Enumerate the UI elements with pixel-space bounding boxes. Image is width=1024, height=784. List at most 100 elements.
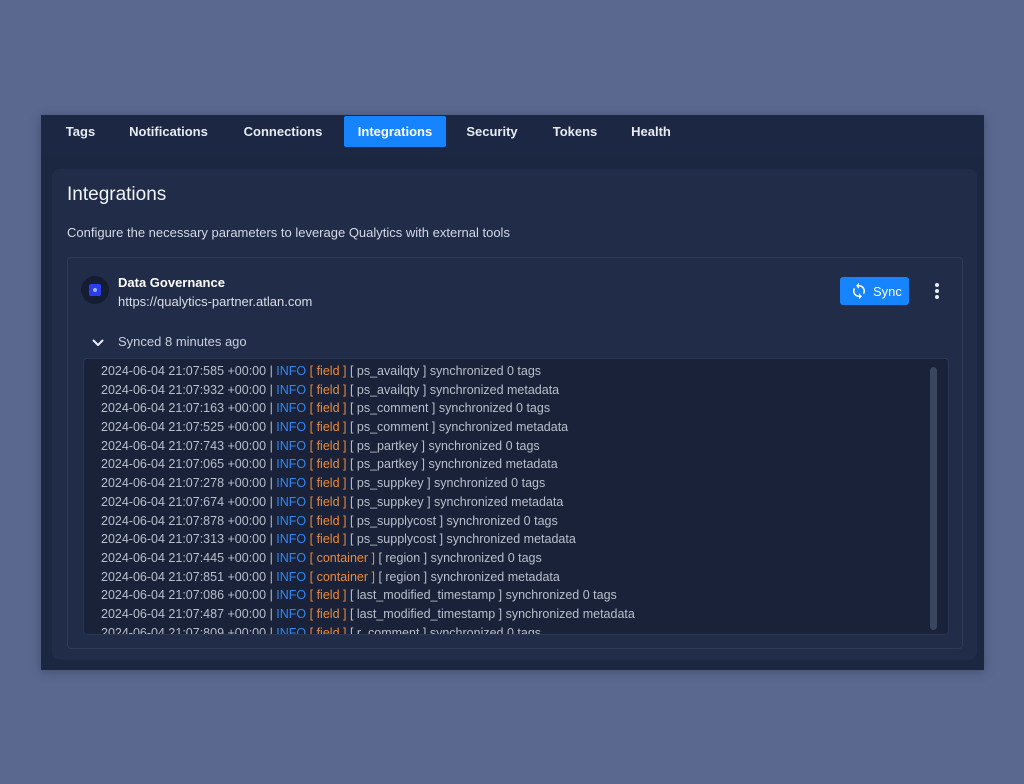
- more-options-icon[interactable]: [930, 281, 944, 301]
- page-title: Integrations: [67, 184, 167, 205]
- atlan-logo-icon: [81, 276, 109, 304]
- page-description: Configure the necessary parameters to le…: [67, 225, 510, 240]
- log-entity-name: [ ps_suppkey ]: [349, 494, 431, 509]
- log-message: synchronized 0 tags: [438, 401, 551, 416]
- log-entity-name: [ ps_partkey ]: [349, 457, 425, 472]
- log-kind: [ field ]: [309, 606, 347, 621]
- log-message: synchronized metadata: [428, 457, 558, 472]
- log-separator: |: [269, 625, 273, 635]
- log-kind: [ field ]: [309, 438, 347, 453]
- log-entity-name: [ region ]: [378, 569, 428, 584]
- log-line: 2024-06-04 21:07:163 +00:00 | INFO [ fie…: [101, 399, 635, 418]
- log-level: INFO: [276, 401, 307, 416]
- log-entity-name: [ ps_supplycost ]: [349, 532, 444, 547]
- log-separator: |: [269, 550, 273, 565]
- log-kind: [ field ]: [309, 625, 347, 635]
- log-line: 2024-06-04 21:07:674 +00:00 | INFO [ fie…: [101, 493, 635, 512]
- log-timestamp: 2024-06-04 21:07:278 +00:00: [101, 476, 267, 491]
- settings-tab-bar: Tags Notifications Connections Integrati…: [41, 115, 984, 155]
- integration-card: Data Governance https://qualytics-partne…: [67, 257, 963, 649]
- log-message: synchronized metadata: [446, 532, 576, 547]
- log-timestamp: 2024-06-04 21:07:851 +00:00: [101, 569, 267, 584]
- log-kind: [ field ]: [309, 401, 347, 416]
- log-entity-name: [ ps_availqty ]: [349, 364, 427, 378]
- sync-button[interactable]: Sync: [840, 277, 909, 305]
- log-level: INFO: [276, 494, 307, 509]
- log-kind: [ field ]: [309, 382, 347, 397]
- log-timestamp: 2024-06-04 21:07:487 +00:00: [101, 606, 267, 621]
- log-separator: |: [269, 532, 273, 547]
- log-level: INFO: [276, 569, 307, 584]
- log-kind: [ field ]: [309, 513, 347, 528]
- log-timestamp: 2024-06-04 21:07:065 +00:00: [101, 457, 267, 472]
- log-message: synchronized metadata: [434, 494, 564, 509]
- log-line: 2024-06-04 21:07:585 +00:00 | INFO [ fie…: [101, 362, 635, 381]
- log-timestamp: 2024-06-04 21:07:674 +00:00: [101, 494, 267, 509]
- log-lines: 2024-06-04 21:07:585 +00:00 | INFO [ fie…: [101, 362, 635, 635]
- settings-window: Tags Notifications Connections Integrati…: [41, 115, 984, 670]
- log-level: INFO: [276, 513, 307, 528]
- log-entity-name: [ last_modified_timestamp ]: [349, 606, 503, 621]
- log-kind: [ field ]: [309, 494, 347, 509]
- log-message: synchronized metadata: [438, 420, 569, 435]
- log-timestamp: 2024-06-04 21:07:445 +00:00: [101, 550, 267, 565]
- chevron-down-icon[interactable]: [90, 335, 106, 351]
- log-level: INFO: [276, 382, 307, 397]
- sync-log-viewer[interactable]: 2024-06-04 21:07:585 +00:00 | INFO [ fie…: [83, 358, 949, 635]
- log-line: 2024-06-04 21:07:932 +00:00 | INFO [ fie…: [101, 381, 635, 400]
- log-separator: |: [269, 588, 273, 603]
- log-line: 2024-06-04 21:07:086 +00:00 | INFO [ fie…: [101, 586, 635, 605]
- log-timestamp: 2024-06-04 21:07:809 +00:00: [101, 625, 267, 635]
- log-timestamp: 2024-06-04 21:07:743 +00:00: [101, 438, 267, 453]
- log-separator: |: [269, 364, 273, 378]
- log-level: INFO: [276, 457, 307, 472]
- log-timestamp: 2024-06-04 21:07:313 +00:00: [101, 532, 267, 547]
- log-message: synchronized 0 tags: [429, 364, 542, 378]
- tab-connections[interactable]: Connections: [234, 116, 332, 147]
- log-kind: [ field ]: [309, 532, 347, 547]
- integration-url: https://qualytics-partner.atlan.com: [118, 294, 313, 309]
- log-level: INFO: [276, 550, 307, 565]
- log-timestamp: 2024-06-04 21:07:086 +00:00: [101, 588, 267, 603]
- log-timestamp: 2024-06-04 21:07:878 +00:00: [101, 513, 267, 528]
- log-message: synchronized 0 tags: [446, 513, 558, 528]
- log-separator: |: [269, 476, 273, 491]
- log-message: synchronized 0 tags: [434, 476, 546, 491]
- log-message: synchronized metadata: [505, 606, 635, 621]
- tab-notifications[interactable]: Notifications: [120, 116, 217, 147]
- log-level: INFO: [276, 606, 307, 621]
- log-message: synchronized 0 tags: [430, 550, 542, 565]
- log-timestamp: 2024-06-04 21:07:525 +00:00: [101, 420, 267, 435]
- log-separator: |: [269, 401, 273, 416]
- log-kind: [ field ]: [309, 476, 347, 491]
- log-message: synchronized 0 tags: [428, 438, 540, 453]
- log-level: INFO: [276, 420, 307, 435]
- synced-status: Synced 8 minutes ago: [118, 334, 247, 349]
- log-entity-name: [ ps_supplycost ]: [349, 513, 444, 528]
- log-level: INFO: [276, 476, 307, 491]
- log-level: INFO: [276, 438, 307, 453]
- log-level: INFO: [276, 532, 307, 547]
- tab-integrations[interactable]: Integrations: [344, 116, 446, 147]
- log-kind: [ field ]: [309, 588, 347, 603]
- tab-health[interactable]: Health: [621, 116, 681, 147]
- log-separator: |: [269, 606, 273, 621]
- log-separator: |: [269, 420, 273, 435]
- sync-button-label: Sync: [873, 284, 902, 299]
- log-line: 2024-06-04 21:07:851 +00:00 | INFO [ con…: [101, 568, 635, 587]
- log-entity-name: [ ps_partkey ]: [349, 438, 425, 453]
- tab-security[interactable]: Security: [455, 116, 529, 147]
- tab-tokens[interactable]: Tokens: [543, 116, 607, 147]
- log-separator: |: [269, 438, 273, 453]
- log-separator: |: [269, 382, 273, 397]
- log-kind: [ field ]: [309, 420, 347, 435]
- log-kind: [ container ]: [309, 569, 375, 584]
- log-scrollbar[interactable]: [930, 367, 937, 630]
- log-entity-name: [ r_comment ]: [349, 625, 427, 635]
- log-kind: [ field ]: [309, 457, 347, 472]
- log-entity-name: [ last_modified_timestamp ]: [349, 588, 503, 603]
- log-message: synchronized 0 tags: [429, 625, 542, 635]
- tab-tags[interactable]: Tags: [55, 116, 106, 147]
- log-message: synchronized 0 tags: [505, 588, 617, 603]
- log-separator: |: [269, 569, 273, 584]
